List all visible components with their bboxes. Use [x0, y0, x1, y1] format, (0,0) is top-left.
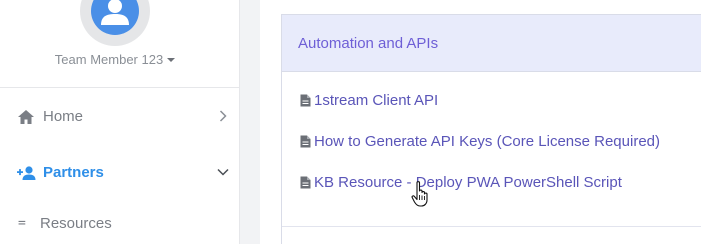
document-icon [300, 94, 311, 107]
article-title: KB Resource - Deploy PWA PowerShell Scri… [314, 174, 622, 191]
sidebar-item-resources[interactable]: = Resources [0, 204, 240, 244]
main-content: Automation and APIs 1stream Client API H… [260, 0, 701, 244]
user-avatar-icon [101, 0, 129, 25]
chevron-right-icon [219, 110, 227, 122]
sidebar: Team Member 123 Home Partners = Resource… [0, 0, 240, 244]
document-icon [300, 135, 311, 148]
article-title: 1stream Client API [314, 92, 439, 109]
home-icon [18, 110, 34, 124]
category-title: Automation and APIs [298, 35, 439, 52]
avatar[interactable] [91, 0, 139, 35]
hand-pointer-cursor-icon [411, 181, 428, 207]
user-menu-toggle[interactable]: Team Member 123 [0, 52, 230, 67]
sidebar-item-home[interactable]: Home [0, 97, 240, 137]
equals-icon: = [18, 216, 26, 231]
category-card: Automation and APIs 1stream Client API H… [281, 14, 701, 244]
user-name: Team Member 123 [54, 52, 164, 67]
sidebar-item-label: Home [43, 108, 84, 125]
caret-down-icon [167, 57, 176, 62]
sidebar-divider [0, 87, 240, 88]
sidebar-item-label: Resources [40, 215, 112, 232]
user-plus-icon [17, 166, 36, 180]
card-header: Automation and APIs [282, 15, 701, 72]
sidebar-item-partners[interactable]: Partners [0, 153, 240, 193]
chevron-down-icon [217, 168, 229, 176]
document-icon [300, 176, 311, 189]
card-divider [282, 226, 701, 227]
avatar-ring [80, 0, 150, 46]
sidebar-item-label: Partners [43, 164, 104, 181]
article-title: How to Generate API Keys (Core License R… [314, 133, 661, 150]
